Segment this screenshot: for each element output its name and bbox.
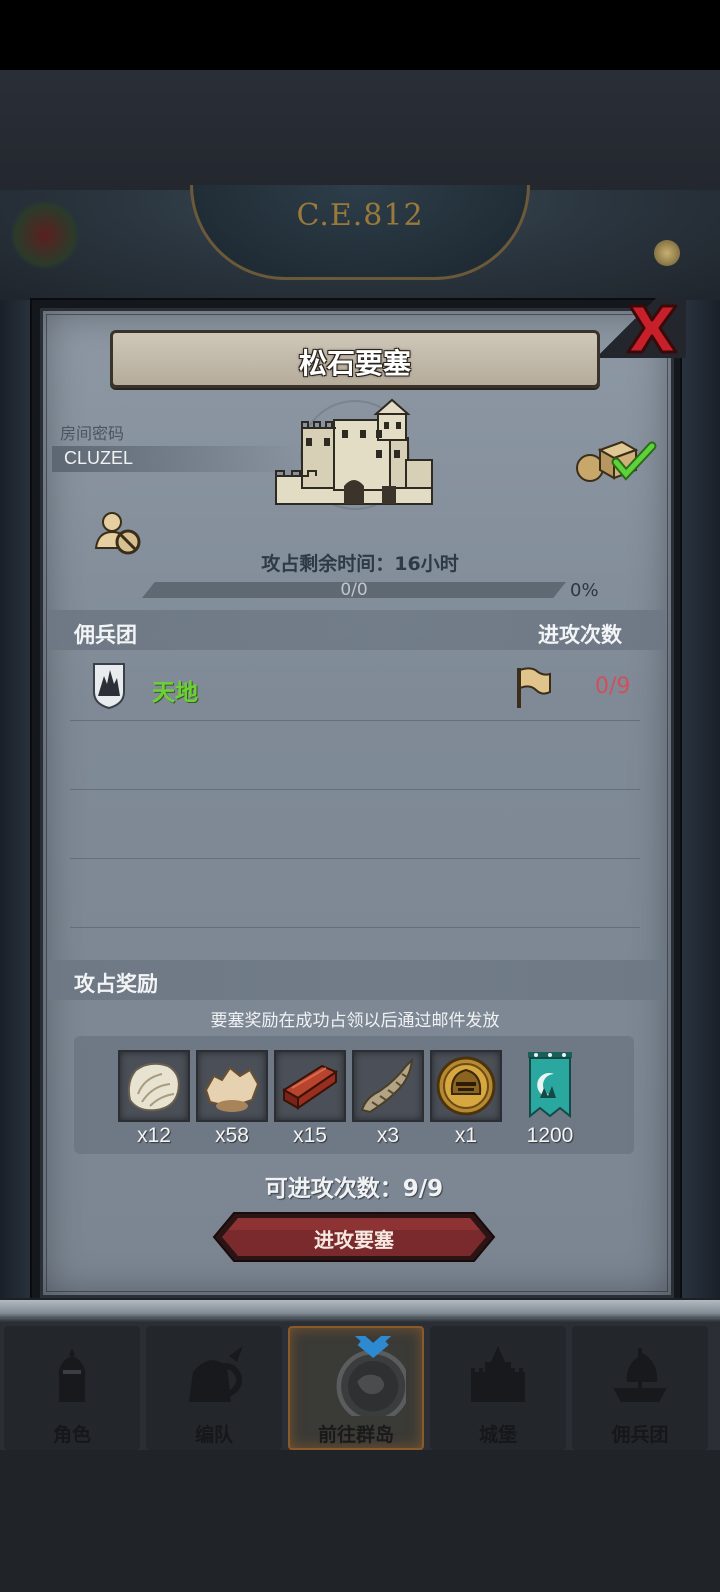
nav-tab-mercenary[interactable]: 佣兵团	[572, 1326, 708, 1450]
top-backdrop	[0, 70, 720, 190]
supply-ready-icon[interactable]	[574, 436, 658, 486]
rewards-section-title: 攻占奖励	[74, 972, 158, 996]
castle-icon	[471, 1346, 525, 1402]
reward-qty: x58	[215, 1124, 249, 1147]
islands-icon	[336, 1336, 406, 1416]
attack-fortress-button[interactable]	[212, 1210, 496, 1264]
mercenary-ship-icon	[613, 1348, 667, 1402]
reward-qty: 1200	[526, 1124, 574, 1147]
wood-planks-icon	[282, 1064, 339, 1110]
room-password-value[interactable]: CLUZEL	[64, 448, 133, 469]
room-password-label: 房间密码	[60, 424, 125, 443]
fur-pelt-icon	[127, 1062, 180, 1112]
reward-qty: x12	[137, 1124, 171, 1147]
nav-label: 角色	[52, 1424, 91, 1446]
bottom-backdrop	[0, 1450, 720, 1592]
row-divider	[70, 927, 640, 928]
knight-icon	[58, 1348, 86, 1402]
capture-progress-text: 0/0	[340, 580, 368, 600]
row-divider	[70, 720, 640, 721]
ornament-decoration	[654, 240, 680, 266]
leather-hide-icon	[204, 1066, 260, 1112]
dialog-title: 松石要塞	[298, 347, 411, 380]
reward-qty: x15	[293, 1124, 327, 1147]
row-divider	[70, 858, 640, 859]
reward-item-helmet[interactable]	[430, 1050, 502, 1122]
nav-label: 编队	[194, 1424, 233, 1446]
reward-qty: x1	[454, 1124, 478, 1147]
attack-flag-icon	[517, 667, 551, 708]
team-icon	[189, 1346, 243, 1402]
row-divider	[70, 789, 640, 790]
mercenary-attack-count: 0/9	[595, 674, 631, 699]
right-side-backdrop	[680, 300, 720, 1310]
reward-item-fur[interactable]	[118, 1050, 190, 1122]
capture-progress-percent: 0%	[570, 580, 599, 601]
available-attacks: 可进攻次数：9/9	[264, 1176, 444, 1202]
fortress-castle-icon	[275, 398, 433, 505]
reward-item-wood[interactable]	[274, 1050, 346, 1122]
rewards-note: 要塞奖励在成功占领以后通过邮件发放	[210, 1011, 500, 1031]
nav-tab-character[interactable]: 角色	[4, 1326, 140, 1450]
nav-label: 佣兵团	[611, 1424, 669, 1446]
horn-icon	[360, 1057, 414, 1114]
knight-helmet-coin-icon	[436, 1056, 496, 1116]
nav-tab-castle[interactable]: 城堡	[430, 1326, 566, 1450]
reward-item-banner[interactable]	[514, 1050, 586, 1122]
close-icon	[626, 304, 678, 354]
mercenary-emblem-icon	[93, 663, 125, 710]
mercenary-name: 天地	[152, 680, 198, 706]
reward-item-leather[interactable]	[196, 1050, 268, 1122]
attacks-column-title: 进攻次数	[538, 623, 622, 647]
status-bar	[0, 0, 720, 70]
mercenary-banner-icon	[528, 1052, 572, 1119]
nav-label: 前往群岛	[317, 1424, 394, 1446]
mercenary-section-title: 佣兵团	[74, 623, 137, 647]
nav-tab-islands[interactable]: 前往群岛	[288, 1326, 424, 1450]
capture-time-remaining: 攻占剩余时间：16小时	[261, 553, 459, 575]
nav-tab-team[interactable]: 编队	[146, 1326, 282, 1450]
nav-label: 城堡	[478, 1424, 517, 1446]
close-button[interactable]	[618, 298, 684, 358]
snow-decoration	[0, 1300, 720, 1322]
reward-qty: x3	[376, 1124, 400, 1147]
era-label: C.E.812	[296, 198, 424, 233]
reward-item-horn[interactable]	[352, 1050, 424, 1122]
